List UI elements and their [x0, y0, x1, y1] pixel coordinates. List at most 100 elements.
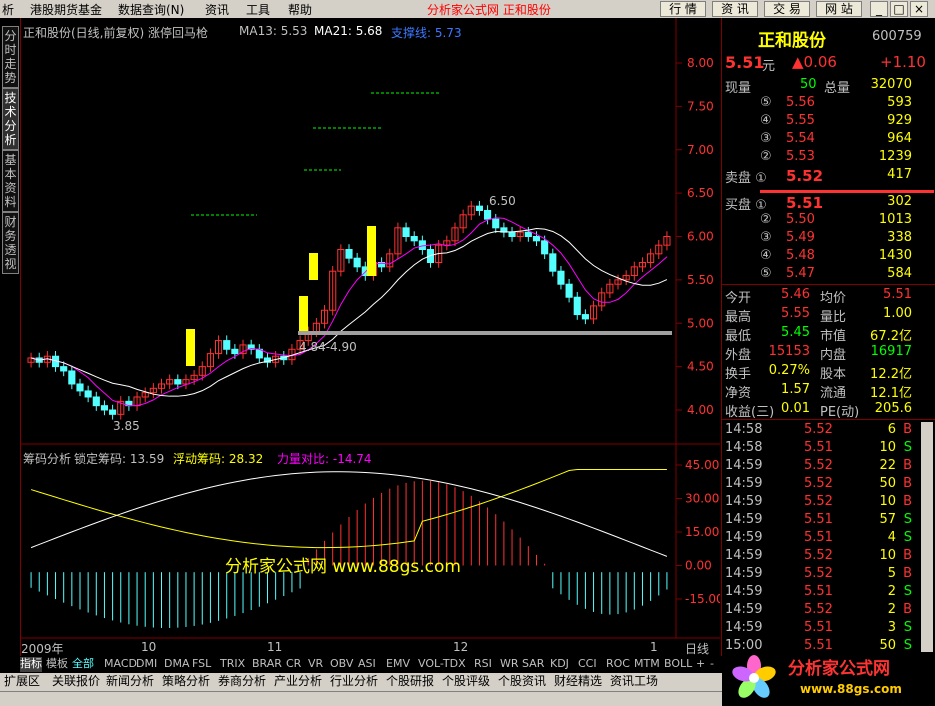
indicator-tab[interactable]: CCI — [578, 657, 597, 672]
bottom-tab[interactable]: 扩展区 — [2, 674, 42, 690]
indicator-tab[interactable]: BRAR — [252, 657, 282, 672]
sell-price: 5.55 — [786, 113, 815, 128]
minimize-button[interactable]: _ — [870, 1, 888, 17]
tick-time: 15:00 — [725, 638, 763, 653]
menu-item-analysis[interactable]: 析 — [2, 1, 14, 18]
tick-time: 14:58 — [725, 440, 763, 455]
sell-row: ⑤ 5.56 593 — [722, 95, 935, 113]
current-volume-label: 现量 — [725, 81, 752, 96]
menu-item-help[interactable]: 帮助 — [288, 1, 312, 18]
current-volume: 50 — [800, 77, 817, 92]
tick-volume: 22 — [879, 458, 896, 473]
buy-level: 买盘 ① — [725, 198, 767, 213]
stat-row: 今开 5.46 均价 5.51 — [722, 287, 935, 306]
lock-chip-label: 锁定筹码: 13.59 — [74, 452, 165, 466]
tick-row: 14:59 5.51 3 S — [722, 620, 935, 638]
tick-price: 5.52 — [804, 422, 833, 437]
limit-up-marker — [367, 226, 376, 276]
high-annotation: 6.50 — [489, 194, 516, 208]
buy-level: ③ — [760, 230, 772, 245]
sell-row: 卖盘 ① 5.52 417 — [722, 167, 935, 186]
menu-item-data-query[interactable]: 数据查询(N) — [118, 1, 184, 18]
kline-chart-area[interactable]: 8.00 7.50 7.00 6.50 6.00 5.50 5.00 4.50 4.00 45.0… — [21, 18, 720, 658]
indicator-tab[interactable]: + — [696, 657, 705, 672]
stat-value: 0.27% — [768, 363, 810, 378]
indicator-tab[interactable]: VOL-TDX — [418, 657, 466, 672]
website-button[interactable]: 网 站 — [816, 1, 862, 17]
stat-label: 今开 — [725, 291, 752, 306]
tick-row: 14:58 5.51 10 S — [722, 440, 935, 458]
indicator-tab[interactable]: 模板 — [46, 657, 68, 672]
stat-label: 换手 — [725, 367, 752, 382]
sell-price: 5.53 — [786, 149, 815, 164]
indicator-tab[interactable]: 指标 — [20, 657, 42, 672]
indicator-tab[interactable]: ROC — [606, 657, 630, 672]
tick-scrollbar[interactable] — [921, 422, 933, 652]
menu-item-tools[interactable]: 工具 — [246, 1, 270, 18]
stat-row: 换手 0.27% 股本 12.2亿 — [722, 363, 935, 382]
indicator-tab[interactable]: 全部 — [72, 657, 94, 672]
stat-label: 最低 — [725, 329, 752, 344]
bottom-tab[interactable]: 策略分析 — [160, 674, 212, 690]
indicator-tab[interactable]: FSL — [192, 657, 211, 672]
tick-row: 14:59 5.52 2 B — [722, 602, 935, 620]
sell-price: 5.52 — [786, 167, 824, 185]
bottom-tab[interactable]: 财经精选 — [552, 674, 604, 690]
restore-button[interactable]: □ — [890, 1, 908, 17]
indicator-tab[interactable]: KDJ — [550, 657, 569, 672]
indicator-tab[interactable]: TRIX — [220, 657, 245, 672]
tick-volume: 3 — [887, 620, 896, 635]
indicator-axis-label: 30.00 — [685, 491, 719, 505]
indicator-tab[interactable]: CR — [286, 657, 301, 672]
bottom-tab[interactable]: 新闻分析 — [104, 674, 156, 690]
tick-price: 5.52 — [804, 548, 833, 563]
stat-value: 5.45 — [781, 325, 810, 340]
logo-text: 分析家公式网 — [788, 659, 890, 679]
market-button[interactable]: 行 情 — [660, 1, 706, 17]
bottom-tab[interactable]: 关联报价 — [50, 674, 102, 690]
indicator-tab[interactable]: MACD — [104, 657, 137, 672]
bottom-tab[interactable]: 券商分析 — [216, 674, 268, 690]
indicator-tab[interactable]: OBV — [330, 657, 353, 672]
indicator-tab[interactable]: SAR — [522, 657, 544, 672]
indicator-tab[interactable]: RSI — [474, 657, 492, 672]
tick-time: 14:59 — [725, 620, 763, 635]
bottom-tab[interactable]: 个股资讯 — [496, 674, 548, 690]
buy-price: 5.48 — [786, 248, 815, 263]
indicator-tab[interactable]: DMI — [136, 657, 157, 672]
tab-intraday[interactable]: 分时走势 — [2, 26, 19, 88]
indicator-tab[interactable]: DMA — [164, 657, 190, 672]
date-label-1: 1 — [650, 640, 658, 654]
tab-financials[interactable]: 财务透视 — [2, 212, 19, 274]
indicator-tab[interactable]: BOLL — [664, 657, 692, 672]
indicator-axis-label: 15.00 — [685, 525, 719, 539]
trade-button[interactable]: 交 易 — [764, 1, 810, 17]
indicator-tab[interactable]: MTM — [634, 657, 660, 672]
bottom-tab[interactable]: 产业分析 — [272, 674, 324, 690]
limit-up-marker — [186, 329, 195, 366]
bottom-tab[interactable]: 个股研报 — [384, 674, 436, 690]
tick-price: 5.52 — [804, 602, 833, 617]
menu-item-hk-futures[interactable]: 港股期货基金 — [30, 1, 102, 18]
bottom-tab[interactable]: 资讯工场 — [608, 674, 660, 690]
indicator-tab[interactable]: WR — [500, 657, 519, 672]
indicator-tab[interactable]: - — [710, 657, 714, 672]
low-annotation: 3.85 — [113, 419, 140, 433]
tab-technical[interactable]: 技术分析 — [2, 88, 19, 150]
bottom-tab[interactable]: 个股评级 — [440, 674, 492, 690]
close-button[interactable]: × — [910, 1, 928, 17]
menu-item-news[interactable]: 资讯 — [205, 1, 229, 18]
bottom-tab[interactable]: 行业分析 — [328, 674, 380, 690]
support-line-label: 支撑线: 5.73 — [391, 26, 462, 40]
buy-row: ③ 5.49 338 — [722, 230, 935, 248]
indicator-tab[interactable]: ASI — [358, 657, 376, 672]
brand-title: 分析家公式网 正和股份 — [427, 3, 551, 17]
stat-row: 最高 5.55 量比 1.00 — [722, 306, 935, 325]
indicator-tab[interactable]: VR — [308, 657, 323, 672]
tick-side: B — [903, 548, 912, 563]
indicator-tab[interactable]: EMV — [386, 657, 410, 672]
tab-fundamentals[interactable]: 基本资料 — [2, 150, 19, 212]
news-button[interactable]: 资 讯 — [712, 1, 758, 17]
tick-volume: 2 — [887, 602, 896, 617]
candle-body — [549, 253, 557, 272]
